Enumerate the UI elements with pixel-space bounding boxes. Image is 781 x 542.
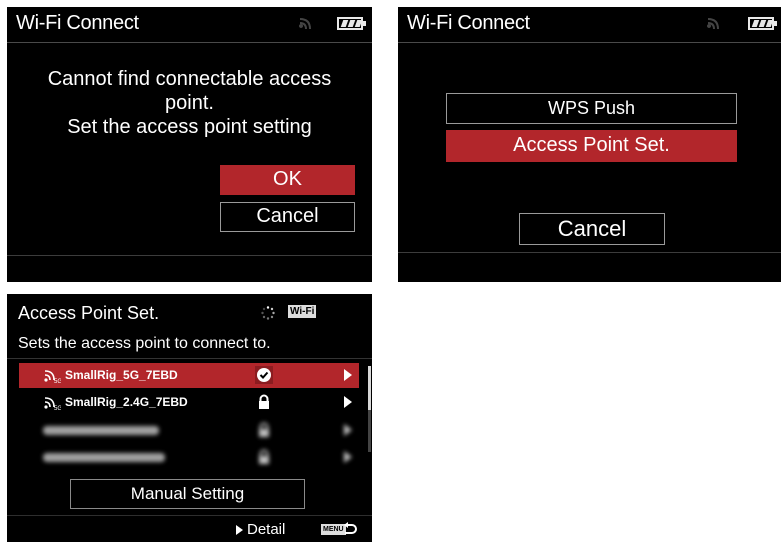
- lock-icon: [259, 422, 269, 437]
- wps-push-button[interactable]: WPS Push: [446, 93, 737, 124]
- subtitle: Sets the access point to connect to.: [18, 335, 271, 352]
- error-message-line: Cannot find connectable access: [47, 68, 332, 90]
- footer-bar: Detail MENU: [7, 515, 372, 542]
- band-label: 5G: [54, 379, 61, 383]
- network-row-blurred[interactable]: [19, 418, 359, 443]
- blurred-ssid: [43, 426, 159, 435]
- network-ssid: SmallRig_2.4G_7EBD: [65, 395, 188, 409]
- battery-icon: [337, 17, 366, 30]
- screen-header: Wi-Fi Connect: [398, 7, 781, 43]
- return-arrow-icon[interactable]: [342, 521, 358, 537]
- chevron-right-icon: [344, 396, 352, 408]
- band-label: 5G: [54, 406, 61, 410]
- error-message-line: Set the access point setting: [67, 116, 312, 138]
- play-triangle-icon: [236, 525, 243, 535]
- scrollbar-thumb[interactable]: [368, 366, 371, 410]
- wifi-signal-icon: 5G: [44, 370, 61, 383]
- manual-setting-button[interactable]: Manual Setting: [70, 479, 305, 509]
- screen-header: Wi-Fi Connect: [7, 7, 372, 43]
- detail-label[interactable]: Detail: [247, 521, 285, 538]
- screen-title: Wi-Fi Connect: [407, 12, 530, 34]
- chevron-right-icon: [344, 369, 352, 381]
- wifi-signal-icon: [299, 18, 311, 30]
- screen-wifi-connect-method: Wi-Fi Connect WPS Push Access Point Set.…: [398, 7, 781, 282]
- screen-wifi-connect-error: Wi-Fi Connect Cannot find connectable ac…: [7, 7, 372, 282]
- screen-access-point-set: Access Point Set. Wi-Fi Sets the access …: [7, 294, 372, 542]
- network-ssid: SmallRig_5G_7EBD: [65, 368, 178, 382]
- wifi-badge: Wi-Fi: [288, 305, 317, 318]
- lock-icon: [259, 394, 269, 409]
- footer-divider: [7, 255, 372, 256]
- footer-divider: [398, 252, 781, 253]
- battery-icon: [748, 17, 777, 30]
- network-row-smallrig-5g[interactable]: 5G SmallRig_5G_7EBD: [19, 363, 359, 388]
- chevron-right-icon: [344, 451, 352, 463]
- check-icon: [255, 366, 273, 384]
- subtitle-divider: [7, 358, 372, 359]
- wifi-signal-icon: 5G: [44, 397, 61, 410]
- access-point-set-button[interactable]: Access Point Set.: [446, 130, 737, 162]
- cancel-button[interactable]: Cancel: [220, 202, 355, 232]
- chevron-right-icon: [344, 424, 352, 436]
- wifi-signal-icon: [707, 18, 719, 30]
- lock-icon: [259, 449, 269, 464]
- searching-spinner-icon: [261, 306, 275, 320]
- network-row-smallrig-24g[interactable]: 5G SmallRig_2.4G_7EBD: [19, 390, 359, 415]
- error-message-line: point.: [165, 92, 214, 114]
- ok-button[interactable]: OK: [220, 165, 355, 195]
- screen-title: Access Point Set.: [18, 303, 160, 323]
- screen-title: Wi-Fi Connect: [16, 12, 139, 34]
- error-message: Cannot find connectable access point. Se…: [7, 67, 372, 139]
- network-row-blurred[interactable]: [19, 445, 359, 470]
- screen-header: Access Point Set. Wi-Fi: [7, 294, 372, 328]
- blurred-ssid: [43, 453, 165, 462]
- cancel-button[interactable]: Cancel: [519, 213, 665, 245]
